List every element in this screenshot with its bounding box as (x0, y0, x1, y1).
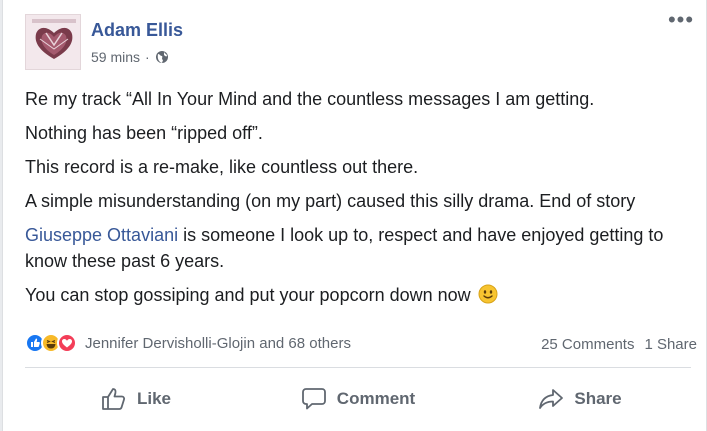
slightly-smiling-face-emoji-icon (478, 284, 498, 304)
post-stats: Jennifer Dervisholli-Glojin and 68 other… (25, 332, 697, 358)
author-name[interactable]: Adam Ellis (91, 20, 183, 41)
post-paragraph: This record is a re-make, like countless… (25, 157, 419, 177)
post-card: Adam Ellis 59 mins · ••• Re my track “Al… (2, 0, 707, 431)
avatar-image (26, 15, 80, 69)
shares-count[interactable]: 1 Share (644, 336, 697, 353)
post-time[interactable]: 59 mins (91, 49, 140, 65)
reactors-text[interactable]: Jennifer Dervisholli-Glojin and 68 other… (85, 335, 351, 352)
last-paragraph-text: You can stop gossiping and put your popc… (25, 285, 471, 305)
share-arrow-icon (539, 389, 564, 409)
avatar[interactable] (25, 14, 81, 70)
divider (25, 367, 691, 368)
comments-count[interactable]: 25 Comments (541, 336, 634, 353)
love-reaction-icon (57, 333, 77, 353)
like-label: Like (136, 389, 172, 408)
globe-icon[interactable] (155, 50, 169, 64)
like-button[interactable]: Like (25, 374, 247, 424)
post-paragraph-mention: Giuseppe Ottaviani is someone I look up … (25, 222, 685, 274)
post-meta: 59 mins · (91, 49, 169, 65)
share-label: Share (574, 389, 622, 408)
mention-link[interactable]: Giuseppe Ottaviani (25, 225, 178, 245)
post-paragraph-last: You can stop gossiping and put your popc… (25, 282, 685, 308)
engagement-counts: 25 Comments 1 Share (541, 336, 697, 353)
comment-icon (301, 388, 326, 410)
post-header: Adam Ellis 59 mins · (25, 14, 685, 70)
post-body: Re my track “All In Your Mind and the co… (25, 86, 685, 316)
thumbs-up-icon (102, 388, 126, 410)
meta-separator: · (145, 49, 150, 65)
post-paragraph: Re my track “All In Your Mind and the co… (25, 89, 595, 109)
post-paragraph: Nothing has been “ripped off”. (25, 123, 263, 143)
more-options-button[interactable]: ••• (666, 9, 696, 38)
comment-button[interactable]: Comment (247, 374, 469, 424)
post-actions-bar: Like Comment Share (25, 374, 691, 424)
post-paragraph: A simple misunderstanding (on my part) c… (25, 191, 636, 211)
comment-label: Comment (336, 389, 416, 408)
reactions-summary[interactable]: Jennifer Dervisholli-Glojin and 68 other… (25, 333, 351, 353)
share-button[interactable]: Share (469, 374, 691, 424)
